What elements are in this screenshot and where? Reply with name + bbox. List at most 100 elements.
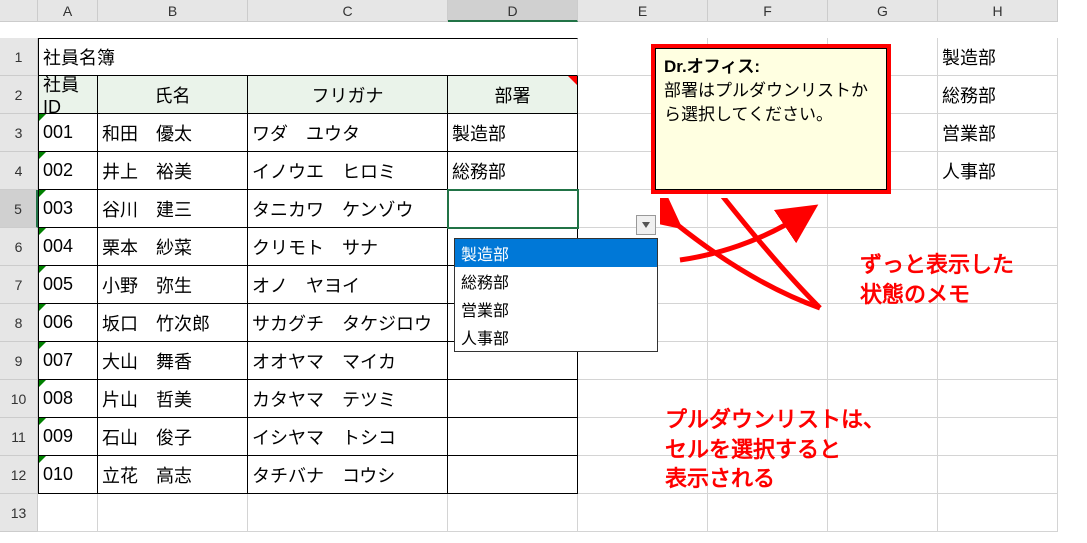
cell-C4[interactable]: イノウエ ヒロミ: [248, 152, 448, 190]
cell-E13[interactable]: [578, 494, 708, 532]
row-header-6[interactable]: 6: [0, 228, 38, 266]
row-header-7[interactable]: 7: [0, 266, 38, 304]
cell-G8[interactable]: [828, 304, 938, 342]
cell-A9[interactable]: 007: [38, 342, 98, 380]
row-header-3[interactable]: 3: [0, 114, 38, 152]
row-header-4[interactable]: 4: [0, 152, 38, 190]
cell-A10[interactable]: 008: [38, 380, 98, 418]
row-header-2[interactable]: 2: [0, 76, 38, 114]
cell-C12[interactable]: タチバナ コウシ: [248, 456, 448, 494]
col-header-D[interactable]: D: [448, 0, 578, 22]
row-header-5[interactable]: 5: [0, 190, 38, 228]
cell-B9[interactable]: 大山 舞香: [98, 342, 248, 380]
cell-A7[interactable]: 005: [38, 266, 98, 304]
dropdown-item-2[interactable]: 営業部: [455, 295, 657, 323]
comment-author: Dr.オフィス:: [664, 55, 878, 79]
cell-D4[interactable]: 総務部: [448, 152, 578, 190]
comment-box: Dr.オフィス: 部署はプルダウンリストから選択してください。: [651, 44, 891, 194]
cell-B13[interactable]: [98, 494, 248, 532]
cell-F13[interactable]: [708, 494, 828, 532]
cell-B7[interactable]: 小野 弥生: [98, 266, 248, 304]
cell-D5-active[interactable]: [448, 190, 578, 228]
annotation-dropdown: プルダウンリストは、セルを選択すると表示される: [665, 405, 885, 494]
dropdown-item-1[interactable]: 総務部: [455, 267, 657, 295]
dropdown-list[interactable]: 製造部 総務部 営業部 人事部: [454, 238, 658, 352]
header-furi[interactable]: フリガナ: [248, 76, 448, 114]
cell-D10[interactable]: [448, 380, 578, 418]
header-id[interactable]: 社員ID: [38, 76, 98, 114]
cell-A6[interactable]: 004: [38, 228, 98, 266]
cell-C3[interactable]: ワダ ユウタ: [248, 114, 448, 152]
comment-text: 部署はプルダウンリストから選択してください。: [664, 81, 868, 124]
cell-F5[interactable]: [708, 190, 828, 228]
cell-H2[interactable]: 総務部: [938, 76, 1058, 114]
cell-H11[interactable]: [938, 418, 1058, 456]
annotation-memo: ずっと表示した状態のメモ: [860, 250, 1014, 309]
cell-C7[interactable]: オノ ヤヨイ: [248, 266, 448, 304]
cell-F8[interactable]: [708, 304, 828, 342]
dropdown-item-3[interactable]: 人事部: [455, 323, 657, 351]
cell-H9[interactable]: [938, 342, 1058, 380]
cell-B3[interactable]: 和田 優太: [98, 114, 248, 152]
col-header-C[interactable]: C: [248, 0, 448, 22]
col-header-A[interactable]: A: [38, 0, 98, 22]
cell-A12[interactable]: 010: [38, 456, 98, 494]
cell-F9[interactable]: [708, 342, 828, 380]
cell-C6[interactable]: クリモト サナ: [248, 228, 448, 266]
col-header-G[interactable]: G: [828, 0, 938, 22]
cell-H13[interactable]: [938, 494, 1058, 532]
cell-C11[interactable]: イシヤマ トシコ: [248, 418, 448, 456]
cell-H5[interactable]: [938, 190, 1058, 228]
corner-cell[interactable]: [0, 0, 38, 22]
col-header-F[interactable]: F: [708, 0, 828, 22]
dropdown-item-0[interactable]: 製造部: [455, 239, 657, 267]
cell-C10[interactable]: カタヤマ テツミ: [248, 380, 448, 418]
row-header-10[interactable]: 10: [0, 380, 38, 418]
cell-G5[interactable]: [828, 190, 938, 228]
dropdown-button[interactable]: [636, 215, 656, 235]
header-dept[interactable]: 部署: [448, 76, 578, 114]
cell-C8[interactable]: サカグチ タケジロウ: [248, 304, 448, 342]
cell-H4[interactable]: 人事部: [938, 152, 1058, 190]
cell-A13[interactable]: [38, 494, 98, 532]
cell-A4[interactable]: 002: [38, 152, 98, 190]
cell-C13[interactable]: [248, 494, 448, 532]
cell-A11[interactable]: 009: [38, 418, 98, 456]
cell-H1[interactable]: 製造部: [938, 38, 1058, 76]
cell-H12[interactable]: [938, 456, 1058, 494]
cell-B10[interactable]: 片山 哲美: [98, 380, 248, 418]
cell-B8[interactable]: 坂口 竹次郎: [98, 304, 248, 342]
cell-D11[interactable]: [448, 418, 578, 456]
col-header-H[interactable]: H: [938, 0, 1058, 22]
cell-F6[interactable]: [708, 228, 828, 266]
cell-H10[interactable]: [938, 380, 1058, 418]
cell-C9[interactable]: オオヤマ マイカ: [248, 342, 448, 380]
cell-A5[interactable]: 003: [38, 190, 98, 228]
row-header-11[interactable]: 11: [0, 418, 38, 456]
cell-H3[interactable]: 営業部: [938, 114, 1058, 152]
row-header-1[interactable]: 1: [0, 38, 38, 76]
cell-G9[interactable]: [828, 342, 938, 380]
cell-A3[interactable]: 001: [38, 114, 98, 152]
cell-C5[interactable]: タニカワ ケンゾウ: [248, 190, 448, 228]
row-header-8[interactable]: 8: [0, 304, 38, 342]
cell-D13[interactable]: [448, 494, 578, 532]
col-header-B[interactable]: B: [98, 0, 248, 22]
row-header-13[interactable]: 13: [0, 494, 38, 532]
row-header-9[interactable]: 9: [0, 342, 38, 380]
cell-D12[interactable]: [448, 456, 578, 494]
cell-G13[interactable]: [828, 494, 938, 532]
row-header-12[interactable]: 12: [0, 456, 38, 494]
cell-F7[interactable]: [708, 266, 828, 304]
cell-D3[interactable]: 製造部: [448, 114, 578, 152]
cell-A8[interactable]: 006: [38, 304, 98, 342]
cell-B11[interactable]: 石山 俊子: [98, 418, 248, 456]
col-header-E[interactable]: E: [578, 0, 708, 22]
cell-B6[interactable]: 栗本 紗菜: [98, 228, 248, 266]
cell-B12[interactable]: 立花 高志: [98, 456, 248, 494]
cell-H8[interactable]: [938, 304, 1058, 342]
header-name[interactable]: 氏名: [98, 76, 248, 114]
title-cell[interactable]: 社員名簿: [38, 38, 578, 76]
cell-B4[interactable]: 井上 裕美: [98, 152, 248, 190]
cell-B5[interactable]: 谷川 建三: [98, 190, 248, 228]
